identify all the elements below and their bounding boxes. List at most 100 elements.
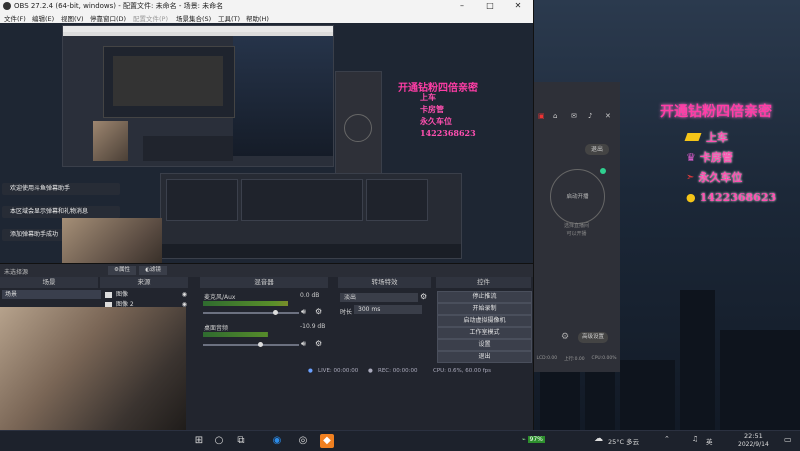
crown-icon: ♛ [686,150,696,164]
minimize-button[interactable]: – [448,0,476,12]
gear-icon[interactable]: ⚙ [561,332,569,342]
notification-icon[interactable]: ▭ [784,435,792,444]
menu-scene-collection[interactable]: 场景集合(S) [176,13,211,23]
volume-meter [203,301,288,306]
transitions-dock-title: 转场特效 [338,277,431,288]
speaker-icon[interactable]: 🔊︎ [301,339,306,349]
edge-browser-icon[interactable]: ◉ [270,434,284,448]
source-item[interactable]: 图像 ◉ [102,290,189,299]
eye-icon[interactable]: ◉ [182,290,187,299]
bell-icon: ♪ [588,112,593,120]
gold-bar-icon [684,133,702,141]
car-icon: ➣ [686,171,695,183]
battery-indicator: ⌁ 97% [522,436,545,443]
live-exit-button[interactable]: 退出 [585,144,609,155]
settings-button[interactable]: 设置 [437,339,532,351]
mixer-channel-name: 桌面音频 [204,325,229,332]
nested-obs-capture [62,25,334,167]
exit-button[interactable]: 退出 [437,351,532,363]
menu-view[interactable]: 视图(V) [61,13,84,23]
duration-label: 时长 [340,309,353,316]
promo-line-2: ♛ 卡房管 [686,150,733,165]
input-language[interactable]: 英 [706,436,713,446]
rec-timer: REC: 00:00:00 [378,368,418,374]
start-recording-button[interactable]: 开始录制 [437,303,532,315]
promo-line-4: ● 1422368623 [686,190,777,204]
scenes-dock-title: 场景 [0,277,98,288]
source-toolbar: 未选择源 ⚙属性 ◐滤镜 [0,263,533,278]
clock-date[interactable]: 2022/9/14 [738,441,769,448]
filters-button[interactable]: ◐滤镜 [139,266,167,275]
volume-slider[interactable] [203,310,299,315]
image-icon [105,291,112,298]
start-live-button[interactable]: 启动开播 [550,168,606,224]
webcam-overlay [0,307,186,430]
rec-icon: ● [368,368,373,374]
close-button[interactable]: ✕ [504,0,532,12]
webcam-thumbnail [62,218,162,263]
task-view-icon[interactable]: ⧉ [234,434,248,448]
virtual-camera-button[interactable]: 启动虚拟摄像机 [437,315,532,327]
stats-row: LCD:0.00 上行:0.00 CPU:0.00% [536,356,617,362]
mixer-channel-name: 麦克风/Aux [204,294,236,301]
clock-time[interactable]: 22:51 [744,432,763,440]
gear-icon[interactable]: ⚙ [315,339,322,348]
douyu-assistant-icon[interactable]: ◆ [320,434,334,448]
maximize-button[interactable]: □ [476,0,504,12]
window-title: OBS 27.2.4 (64-bit, windows) - 配置文件: 未命名… [14,2,224,10]
promo-line-1: 上车 [684,127,800,147]
sources-dock-title: 来源 [100,277,188,288]
live-tip-2: 可以开播 [566,231,587,237]
close-icon[interactable]: ✕ [605,112,611,120]
toast-message: 欢迎使用斗鱼弹幕助手 [2,183,120,195]
scene-item[interactable]: 场景 [2,290,101,299]
menu-help[interactable]: 帮助(H) [246,13,269,23]
chevron-up-icon[interactable]: ⌃ [664,435,670,443]
controls-dock-title: 控件 [436,277,531,288]
gear-icon[interactable]: ⚙ [420,292,427,301]
promo-headline: 开通钻粉四倍亲密 [660,104,772,120]
menu-docks[interactable]: 停靠窗口(D) [90,13,126,23]
live-assistant-window: ▣ ⌂ ✉ ♪ ✕ 退出 启动开播 选择直播间 可以开播 ⚙ 高级设置 LCD:… [533,82,620,372]
live-timer: LIVE: 00:00:00 [318,368,359,374]
promo-line-3: ➣ 永久车位 [686,171,743,184]
mixer-channel-db: 0.0 dB [300,292,320,299]
mixer-dock-title: 混音器 [200,277,328,288]
obs-logo-icon [3,2,11,10]
plug-icon: ⌁ [522,436,526,443]
cpu-fps: CPU: 0.6%, 60.00 fps [433,368,492,374]
obs-taskbar-icon[interactable]: ◎ [296,434,310,448]
live-icon: ● [308,368,313,374]
volume-icon[interactable]: ♫ [692,435,698,443]
menu-profile[interactable]: 配置文件(P) [133,13,168,23]
live-tip: 选择直播间 [563,223,589,229]
no-source-label: 未选择源 [4,269,29,276]
danmu-toasts: 欢迎使用斗鱼弹幕助手 本区域会显示弹幕和礼物消息 添加弹幕助手成功 [2,183,120,243]
promo-overlay: 开通钻粉四倍亲密 上车 ♛ 卡房管 ➣ 永久车位 ● 1422368623 [660,101,800,207]
properties-button[interactable]: ⚙属性 [108,266,136,275]
docks-area: 场景 场景 来源 图像 ◉ 图像 2 ◉ 混音器 麦克风/Aux 0.0 dB … [0,277,533,430]
cloud-icon: ☁ [594,434,603,444]
search-icon[interactable]: ○ [212,434,226,448]
windows-start-icon[interactable]: ⊞ [192,434,206,448]
menu-file[interactable]: 文件(F) [4,13,26,23]
store-icon: ▣ [538,112,545,120]
menu-tools[interactable]: 工具(T) [218,13,240,23]
gear-icon[interactable]: ⚙ [315,307,322,316]
advanced-settings-button[interactable]: 高级设置 [578,332,608,343]
stop-streaming-button[interactable]: 停止推流 [437,291,532,303]
status-bar: ● LIVE: 00:00:00 ● REC: 00:00:00 CPU: 0.… [188,367,533,377]
duration-input[interactable]: 300 ms [354,305,422,314]
gift-icon: ⌂ [553,112,558,120]
menu-edit[interactable]: 编辑(E) [32,13,54,23]
preview-canvas[interactable]: 开通钻粉四倍亲密 上车 卡房管 永久车位 1422368623 欢迎使用斗鱼弹幕助手 … [0,23,533,263]
speaker-icon[interactable]: 🔊︎ [301,307,306,317]
nested-promo-lines: 上车 卡房管 永久车位 1422368623 [420,92,476,138]
toast-message: 本区域会显示弹幕和礼物消息 [2,206,120,218]
studio-mode-button[interactable]: 工作室模式 [437,327,532,339]
weather-text[interactable]: 25°C 多云 [608,436,639,446]
nested-obs-capture-2 [160,173,462,259]
volume-slider[interactable] [203,342,299,347]
mixer-channel-db: -10.9 dB [300,323,326,330]
transition-select[interactable]: 淡出 [340,293,418,302]
